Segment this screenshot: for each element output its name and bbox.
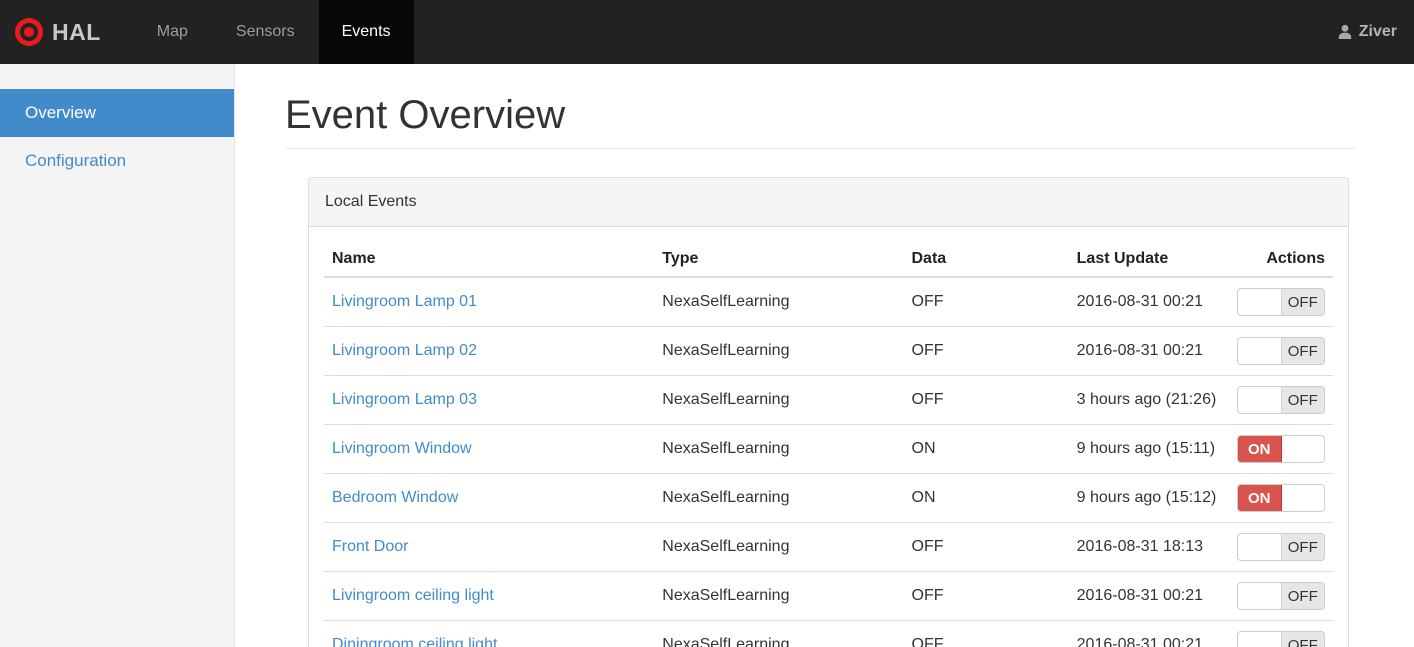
event-data: OFF xyxy=(903,375,1069,425)
hal-logo-icon xyxy=(15,18,43,46)
event-type: NexaSelfLearning xyxy=(654,326,904,376)
event-name-link[interactable]: Diningroom ceiling light xyxy=(332,636,497,647)
column-header-name: Name xyxy=(324,242,655,278)
toggle-on-segment xyxy=(1238,534,1281,560)
toggle-off-segment xyxy=(1282,485,1325,511)
event-data: OFF xyxy=(903,571,1069,621)
toggle-on-segment xyxy=(1238,632,1281,647)
toggle-on-segment: ON xyxy=(1238,485,1282,511)
top-navbar: HAL Map Sensors Events Ziver xyxy=(0,0,1414,64)
event-type: NexaSelfLearning xyxy=(654,375,904,425)
event-type: NexaSelfLearning xyxy=(654,620,904,647)
toggle-off-segment: OFF xyxy=(1280,632,1324,647)
event-last-update: 2016-08-31 00:21 xyxy=(1068,276,1229,327)
event-last-update: 2016-08-31 00:21 xyxy=(1068,326,1229,376)
toggle-off-segment: OFF xyxy=(1280,534,1324,560)
event-type: NexaSelfLearning xyxy=(654,522,904,572)
table-row: Bedroom Window NexaSelfLearning ON 9 hou… xyxy=(324,473,1333,523)
event-name-link[interactable]: Bedroom Window xyxy=(332,489,458,506)
events-table: Name Type Data Last Update Actions Livin… xyxy=(324,242,1333,647)
tab-events[interactable]: Events xyxy=(318,0,414,64)
toggle-off-segment xyxy=(1282,436,1325,462)
column-header-data: Data xyxy=(903,242,1069,278)
table-row: Livingroom Window NexaSelfLearning ON 9 … xyxy=(324,424,1333,474)
event-toggle-switch[interactable]: OFF xyxy=(1237,631,1325,647)
table-row: Livingroom Lamp 03 NexaSelfLearning OFF … xyxy=(324,375,1333,425)
event-last-update: 2016-08-31 00:21 xyxy=(1068,571,1229,621)
column-header-actions: Actions xyxy=(1229,242,1333,278)
event-toggle-switch[interactable]: ON xyxy=(1237,484,1325,512)
table-row: Livingroom Lamp 02 NexaSelfLearning OFF … xyxy=(324,326,1333,376)
event-data: OFF xyxy=(903,522,1069,572)
column-header-type: Type xyxy=(654,242,904,278)
page-title: Event Overview xyxy=(285,90,1356,149)
tab-sensors[interactable]: Sensors xyxy=(212,0,319,64)
table-header-row: Name Type Data Last Update Actions xyxy=(324,242,1333,278)
event-name-link[interactable]: Livingroom ceiling light xyxy=(332,587,494,604)
main-content: Event Overview Local Events Name Type Da… xyxy=(235,64,1414,647)
brand-label: HAL xyxy=(52,18,101,45)
event-name-link[interactable]: Front Door xyxy=(332,538,408,555)
toggle-on-segment: ON xyxy=(1238,436,1282,462)
brand[interactable]: HAL xyxy=(0,0,119,64)
user-icon xyxy=(1337,24,1353,40)
event-type: NexaSelfLearning xyxy=(654,276,904,327)
event-toggle-switch[interactable]: OFF xyxy=(1237,582,1325,610)
event-type: NexaSelfLearning xyxy=(654,571,904,621)
event-toggle-switch[interactable]: OFF xyxy=(1237,337,1325,365)
column-header-last-update: Last Update xyxy=(1068,242,1229,278)
panel-heading: Local Events xyxy=(309,178,1348,227)
event-data: OFF xyxy=(903,326,1069,376)
toggle-on-segment xyxy=(1238,583,1281,609)
event-last-update: 2016-08-31 00:21 xyxy=(1068,620,1229,647)
sidebar-item-overview[interactable]: Overview xyxy=(0,89,234,137)
event-name-link[interactable]: Livingroom Lamp 01 xyxy=(332,293,477,310)
table-row: Livingroom ceiling light NexaSelfLearnin… xyxy=(324,571,1333,621)
event-data: OFF xyxy=(903,620,1069,647)
event-type: NexaSelfLearning xyxy=(654,473,904,523)
event-toggle-switch[interactable]: OFF xyxy=(1237,386,1325,414)
table-row: Livingroom Lamp 01 NexaSelfLearning OFF … xyxy=(324,276,1333,327)
events-table-body: Livingroom Lamp 01 NexaSelfLearning OFF … xyxy=(324,276,1333,647)
tab-map[interactable]: Map xyxy=(133,0,212,64)
user-menu[interactable]: Ziver xyxy=(1337,0,1414,64)
event-type: NexaSelfLearning xyxy=(654,424,904,474)
toggle-on-segment xyxy=(1238,289,1281,315)
toggle-off-segment: OFF xyxy=(1280,387,1324,413)
sidebar: Overview Configuration xyxy=(0,64,235,647)
event-last-update: 2016-08-31 18:13 xyxy=(1068,522,1229,572)
sidebar-item-configuration[interactable]: Configuration xyxy=(0,137,234,185)
event-name-link[interactable]: Livingroom Window xyxy=(332,440,472,457)
table-row: Front Door NexaSelfLearning OFF 2016-08-… xyxy=(324,522,1333,572)
toggle-on-segment xyxy=(1238,338,1281,364)
event-name-link[interactable]: Livingroom Lamp 03 xyxy=(332,391,477,408)
navbar-tabs: Map Sensors Events xyxy=(133,0,414,64)
event-last-update: 9 hours ago (15:12) xyxy=(1068,473,1229,523)
event-toggle-switch[interactable]: OFF xyxy=(1237,533,1325,561)
event-data: ON xyxy=(903,473,1069,523)
toggle-off-segment: OFF xyxy=(1280,289,1324,315)
toggle-on-segment xyxy=(1238,387,1281,413)
toggle-off-segment: OFF xyxy=(1280,583,1324,609)
table-row: Diningroom ceiling light NexaSelfLearnin… xyxy=(324,620,1333,647)
event-toggle-switch[interactable]: OFF xyxy=(1237,288,1325,316)
local-events-panel: Local Events Name Type Data Last Update … xyxy=(308,177,1349,647)
event-data: ON xyxy=(903,424,1069,474)
panel-body: Name Type Data Last Update Actions Livin… xyxy=(309,227,1348,647)
event-last-update: 9 hours ago (15:11) xyxy=(1068,424,1229,474)
event-name-link[interactable]: Livingroom Lamp 02 xyxy=(332,342,477,359)
event-toggle-switch[interactable]: ON xyxy=(1237,435,1325,463)
user-name: Ziver xyxy=(1358,23,1397,40)
event-data: OFF xyxy=(903,276,1069,327)
toggle-off-segment: OFF xyxy=(1280,338,1324,364)
event-last-update: 3 hours ago (21:26) xyxy=(1068,375,1229,425)
